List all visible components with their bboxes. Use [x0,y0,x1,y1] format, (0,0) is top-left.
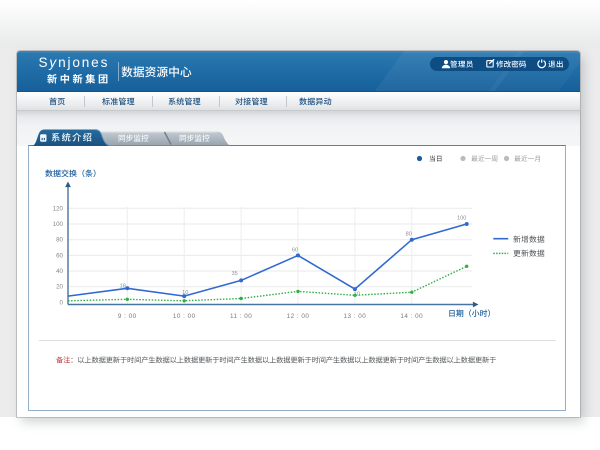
svg-text:80: 80 [406,232,412,238]
svg-text:60: 60 [292,248,298,254]
svg-text:12 : 00: 12 : 00 [287,313,310,320]
svg-text:20: 20 [56,284,63,291]
svg-text:9 : 00: 9 : 00 [118,313,137,320]
svg-text:10: 10 [182,290,188,296]
svg-text:0: 0 [60,299,64,306]
svg-text:13 : 00: 13 : 00 [344,313,367,320]
svg-text:60: 60 [56,252,63,259]
svg-text:40: 40 [56,268,63,275]
svg-text:100: 100 [53,221,64,228]
svg-text:18: 18 [120,284,126,290]
svg-text:14 : 00: 14 : 00 [400,313,423,320]
svg-text:100: 100 [457,216,466,222]
svg-text:10 : 00: 10 : 00 [173,313,196,320]
svg-text:80: 80 [56,237,63,244]
svg-text:10: 10 [354,292,360,298]
svg-text:35: 35 [231,271,237,277]
svg-text:11 : 00: 11 : 00 [230,313,252,320]
svg-text:120: 120 [53,205,64,212]
